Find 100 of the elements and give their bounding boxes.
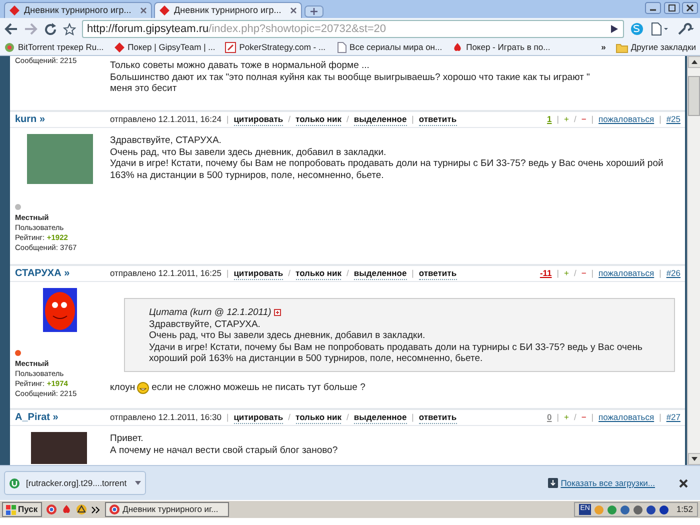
minimize-icon[interactable] <box>645 2 662 14</box>
rating-value[interactable]: -11 <box>540 267 552 280</box>
separator: | <box>226 411 229 424</box>
separator: | <box>556 113 559 126</box>
report-link[interactable]: пожаловаться <box>598 411 654 424</box>
vote-down-link[interactable]: − <box>581 411 586 424</box>
separator: / <box>346 267 349 280</box>
post-action-link[interactable]: только ник <box>296 410 342 424</box>
diamond-icon <box>159 5 170 16</box>
tray-icon[interactable] <box>658 504 669 514</box>
post-date: отправлено 12.1.2011, 16:30 <box>110 411 222 424</box>
separator: | <box>556 411 559 424</box>
scroll-down-icon[interactable] <box>688 453 700 465</box>
bookmark[interactable]: Все сериалы мира он... <box>336 41 442 54</box>
scroll-thumb[interactable] <box>688 76 700 116</box>
separator: | <box>412 411 414 424</box>
scrollbar[interactable] <box>687 56 700 465</box>
page-icon <box>336 42 347 53</box>
new-tab-icon[interactable] <box>304 5 324 18</box>
maximize-icon[interactable] <box>664 2 680 14</box>
browser-icon <box>108 504 120 515</box>
post-action-link[interactable]: цитировать <box>234 266 284 280</box>
warning-icon[interactable] <box>76 504 87 515</box>
post-action-link[interactable]: цитировать <box>234 410 284 424</box>
close-icon[interactable] <box>290 7 297 14</box>
author-name[interactable]: kurn » <box>10 112 110 127</box>
caret-icon[interactable] <box>135 481 141 485</box>
more-bookmarks[interactable]: » <box>601 41 606 54</box>
show-all-downloads-link[interactable]: Показать все загрузки... <box>560 476 655 490</box>
tray-icon[interactable] <box>620 504 630 514</box>
post-text-line: меня это бесит <box>110 83 178 94</box>
post-action-link[interactable]: цитировать <box>234 112 284 126</box>
post-action-link[interactable]: выделенное <box>354 112 407 126</box>
other-bookmarks[interactable]: Другие закладки <box>616 41 696 54</box>
separator: / <box>574 113 576 126</box>
bookmark[interactable]: Покер - Играть в по... <box>452 41 550 54</box>
report-link[interactable]: пожаловаться <box>598 267 654 280</box>
scroll-up-icon[interactable] <box>688 56 700 68</box>
post-text-line: Привет. <box>110 433 144 444</box>
separator: / <box>346 411 349 424</box>
close-icon[interactable] <box>679 478 688 488</box>
report-link[interactable]: пожаловаться <box>598 113 654 126</box>
post-action-link[interactable]: только ник <box>296 112 342 126</box>
go-icon[interactable] <box>610 24 619 34</box>
download-icon[interactable] <box>548 478 558 488</box>
post-action-link[interactable]: ответить <box>418 112 457 126</box>
post-number-link[interactable]: #26 <box>666 267 680 280</box>
separator: / <box>288 267 291 280</box>
tray-icon[interactable] <box>646 504 656 514</box>
wrench-menu-icon[interactable] <box>676 22 696 36</box>
separator: | <box>659 113 662 126</box>
rating-value[interactable]: 0 <box>547 411 552 424</box>
close-icon[interactable] <box>682 2 698 14</box>
separator: | <box>412 113 414 126</box>
quote-block: Цитата (kurn @ 12.1.2011) Здравствуйте, СТАРУХА. Очень рад, что Вы завели здесь дневник, добавил в закладки. Удачи в игре! Кстати, почему бы Вам не попробовать продавать доли на турниры с БИ 33-75? ведь у Вас очень хороший рой 163% на дистанции в 500 турниров, поле, несомненно, бьете. <box>124 298 675 372</box>
diamond-icon <box>9 5 20 16</box>
vote-down-link[interactable]: − <box>581 267 586 280</box>
post-action-link[interactable]: только ник <box>296 266 342 280</box>
separator: / <box>574 411 576 424</box>
post-action-link[interactable]: ответить <box>418 410 457 424</box>
post-date: отправлено 12.1.2011, 16:24 <box>110 113 222 126</box>
star-icon[interactable] <box>63 22 76 36</box>
post-number-link[interactable]: #25 <box>666 113 680 126</box>
separator: | <box>226 113 229 126</box>
vote-down-link[interactable]: − <box>581 113 586 126</box>
post-number-link[interactable]: #27 <box>666 411 680 424</box>
post-action-link[interactable]: ответить <box>418 266 457 280</box>
author-name[interactable]: СТАРУХА » <box>10 266 110 281</box>
separator: | <box>412 267 414 280</box>
separator: | <box>659 267 662 280</box>
chevron-icon[interactable] <box>90 506 101 514</box>
post-text-line: Очень рад, что Вы завели здесь дневник, добавил в закладки. <box>110 146 388 158</box>
start-button[interactable]: Пуск <box>2 502 42 517</box>
back-icon[interactable] <box>4 23 18 35</box>
author-name[interactable]: A_Pirat » <box>10 410 110 425</box>
separator: | <box>591 113 594 126</box>
download-item[interactable]: [rutracker.org].t29....torrent <box>4 471 146 495</box>
smiley-icon <box>137 382 150 394</box>
bookmark[interactable]: PokerStrategy.com - ... <box>225 41 326 54</box>
post-action-link[interactable]: выделенное <box>354 266 407 280</box>
post-text-line: А почему не начал вести свой старый блог заново? <box>110 444 339 456</box>
tray-icon[interactable] <box>632 504 643 514</box>
skype-icon[interactable] <box>630 22 644 36</box>
windows-flag-icon <box>6 504 16 514</box>
browser-tab[interactable]: Дневник турнирного игр... <box>154 2 302 18</box>
separator: / <box>288 411 291 424</box>
taskbar-window-button[interactable]: Дневник турнирного иг... <box>104 502 229 517</box>
reload-icon[interactable] <box>44 22 57 36</box>
bookmark[interactable]: Покер | GipsyTeam | ... <box>114 41 216 54</box>
page-menu-icon[interactable] <box>650 22 670 36</box>
browser-tab[interactable]: Дневник турнирного игр... <box>4 2 152 18</box>
diamond-icon <box>114 42 125 53</box>
post-action-link[interactable]: выделенное <box>354 410 407 424</box>
post-date: отправлено 12.1.2011, 16:25 <box>110 267 222 280</box>
expand-icon[interactable] <box>274 309 281 316</box>
address-field[interactable]: http://forum.gipsyteam.ru/index.php?showtopic=20732&st=20 <box>82 20 624 38</box>
browser-icon[interactable] <box>46 504 57 515</box>
separator: / <box>574 267 576 280</box>
photo-placeholder <box>27 134 93 184</box>
bookmark[interactable]: BitTorrent трекер Ru... <box>4 41 104 54</box>
